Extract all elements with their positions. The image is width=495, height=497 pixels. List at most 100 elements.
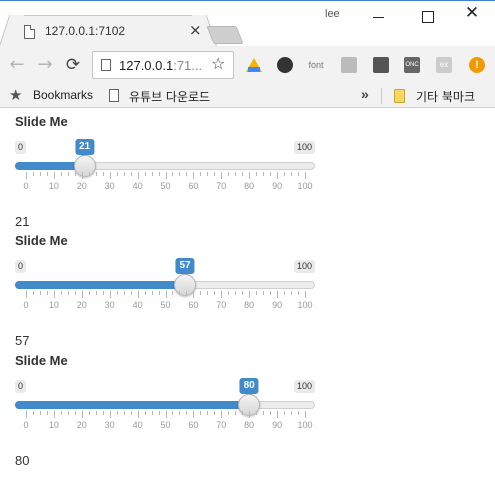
slider-major-tick: [305, 291, 306, 298]
font-icon[interactable]: font: [308, 57, 324, 73]
slider-major-tick: [193, 172, 195, 179]
slider-minor-tick: [39, 291, 41, 295]
forward-arrow-icon[interactable]: →: [35, 55, 55, 75]
slider-major-tick: [26, 411, 27, 418]
slider-minor-tick: [263, 411, 265, 415]
onc-icon[interactable]: ONC: [404, 57, 420, 73]
slider-major-tick: [305, 172, 306, 179]
slider-tick-label: 30: [104, 420, 115, 430]
slider-minor-tick: [74, 291, 76, 295]
slider-tick-label: 100: [297, 181, 313, 191]
slider-minor-tick: [88, 291, 90, 295]
slider-tick-label: 40: [132, 181, 143, 191]
slider-major-tick: [277, 172, 279, 179]
slider-major-tick: [193, 411, 195, 418]
slider-label: Slide Me: [15, 353, 68, 368]
warning-icon[interactable]: !: [469, 57, 485, 73]
slider-tick-label: 0: [23, 181, 29, 191]
slider-max-label: 100: [293, 260, 315, 273]
slider-major-tick: [305, 411, 306, 418]
slider-tick-label: 30: [104, 300, 115, 310]
back-arrow-icon[interactable]: ←: [7, 55, 27, 75]
slider-minor-tick: [228, 172, 230, 176]
slider-major-tick: [277, 411, 279, 418]
slider-tick-label: 80: [244, 300, 255, 310]
bookmarks-button[interactable]: Bookmarks: [33, 88, 93, 102]
slider-minor-tick: [88, 411, 90, 415]
slider-minor-tick: [291, 172, 293, 176]
profile-name[interactable]: lee: [325, 8, 340, 20]
other-bookmarks-folder[interactable]: 기타 북마크: [416, 88, 475, 105]
slider-tick-label: 50: [160, 300, 171, 310]
browser-tab[interactable]: 127.0.0.1:7102 ×: [12, 15, 204, 47]
slider-minor-tick: [214, 411, 216, 415]
slider-max-label: 100: [293, 380, 315, 393]
slider-minor-tick: [95, 291, 97, 295]
url-host: 127.0.0.1: [119, 58, 174, 73]
slider-minor-tick: [144, 172, 146, 176]
bookmark-youtube-download[interactable]: 유튜브 다운로드: [129, 88, 210, 105]
new-tab-button[interactable]: [206, 26, 244, 44]
slider-minor-tick: [74, 172, 76, 176]
slider-handle[interactable]: [73, 155, 96, 177]
slider-minor-tick: [186, 291, 188, 295]
url-port: :71...: [173, 58, 203, 73]
slider-minor-tick: [186, 172, 188, 176]
tab-close-icon[interactable]: ×: [189, 21, 202, 39]
slider-minor-tick: [130, 291, 132, 295]
page-info-icon[interactable]: [101, 59, 111, 71]
slider-minor-tick: [144, 291, 146, 295]
slider-tick-label: 80: [244, 181, 255, 191]
more-bookmarks-chevron-icon[interactable]: »: [361, 86, 369, 102]
slider-minor-tick: [95, 172, 97, 176]
slider-tick-label: 20: [76, 300, 87, 310]
bookmarks-star-icon[interactable]: ★: [9, 86, 22, 104]
slider-minor-tick: [179, 172, 181, 176]
reload-icon[interactable]: ⟳: [63, 55, 83, 75]
slider-input: Slide Me 0 100 57 0 10 20 30 40 50 60 70 80 90 100: [15, 233, 315, 333]
slider-major-tick: [249, 411, 251, 418]
slider-tick-label: 80: [244, 420, 255, 430]
slider-minor-tick: [151, 172, 153, 176]
slider-minor-tick: [158, 172, 160, 176]
close-window-button[interactable]: ✕: [457, 3, 487, 25]
slider-minor-tick: [74, 411, 76, 415]
google-drive-icon[interactable]: [246, 57, 262, 73]
slider-tick-label: 20: [76, 181, 87, 191]
dark-reader-icon[interactable]: [373, 57, 389, 73]
slider-minor-tick: [284, 291, 286, 295]
slider-value-label: 80: [239, 378, 259, 397]
slider-tick-label: 30: [104, 181, 115, 191]
slider-minor-tick: [235, 172, 237, 176]
slider-tick-label: 60: [188, 300, 199, 310]
slider-tick-label: 90: [272, 181, 283, 191]
slider-minor-tick: [207, 411, 209, 415]
tab-title: 127.0.0.1:7102: [45, 24, 126, 38]
bookmark-star-icon[interactable]: ☆: [211, 55, 225, 73]
slider-minor-tick: [291, 291, 293, 295]
maximize-button[interactable]: [412, 6, 442, 28]
slider-minor-tick: [130, 411, 132, 415]
slider-major-tick: [26, 291, 27, 298]
minimize-button[interactable]: [363, 6, 393, 28]
slider-minor-tick: [214, 291, 216, 295]
title-bar: 127.0.0.1:7102 × lee ✕: [0, 0, 495, 47]
slider-minor-tick: [256, 291, 258, 295]
ex-icon[interactable]: ex: [436, 57, 452, 73]
slider-minor-tick: [123, 411, 125, 415]
slider-major-tick: [249, 291, 251, 298]
slider-major-tick: [81, 172, 83, 179]
slider-major-tick: [165, 172, 167, 179]
slider-minor-tick: [172, 172, 174, 176]
slider-major-tick: [137, 411, 139, 418]
slider-major-tick: [137, 172, 139, 179]
bookmarks-bar: ★ Bookmarks 유튜브 다운로드 » 기타 북마크: [0, 84, 495, 108]
slider-minor-tick: [172, 291, 174, 295]
slider-minor-tick: [263, 172, 265, 176]
slider-major-tick: [249, 172, 251, 179]
mask-icon[interactable]: [277, 57, 293, 73]
slider-minor-tick: [207, 291, 209, 295]
slider-minor-tick: [95, 411, 97, 415]
slider-major-tick: [221, 172, 223, 179]
camera-icon[interactable]: [341, 57, 357, 73]
